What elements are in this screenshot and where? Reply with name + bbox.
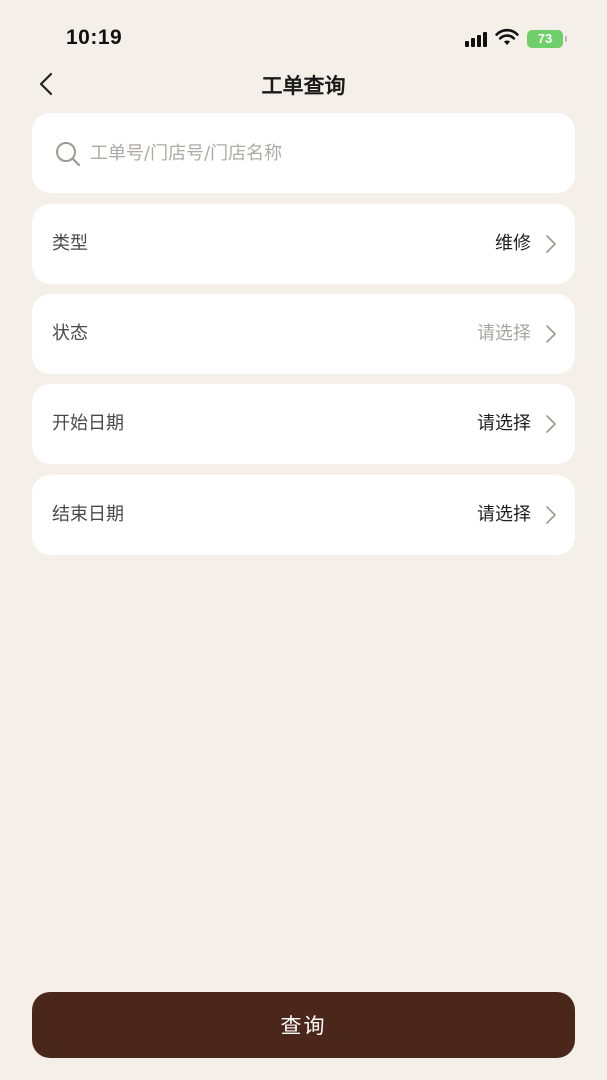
search-input[interactable]	[90, 133, 550, 173]
search-box[interactable]	[32, 113, 575, 193]
filter-row-end-date[interactable]: 结束日期 请选择	[32, 475, 575, 555]
battery-icon: 73	[527, 30, 567, 48]
signal-icon	[465, 31, 487, 47]
filter-row-start-date[interactable]: 开始日期 请选择	[32, 384, 575, 464]
filter-label-end-date: 结束日期	[52, 504, 124, 525]
chevron-right-icon	[546, 506, 556, 524]
filter-value-status: 请选择	[477, 323, 531, 344]
query-button[interactable]: 查询	[32, 992, 575, 1058]
filter-value-start-date: 请选择	[477, 413, 531, 434]
wifi-icon	[495, 28, 519, 50]
filter-label-type: 类型	[52, 233, 88, 254]
battery-level: 73	[537, 31, 553, 46]
status-icons: 73	[465, 28, 567, 50]
chevron-right-icon	[546, 415, 556, 433]
chevron-right-icon	[546, 325, 556, 343]
filter-row-type[interactable]: 类型 维修	[32, 204, 575, 284]
chevron-right-icon	[546, 235, 556, 253]
search-icon	[56, 142, 81, 167]
status-time: 10:19	[66, 26, 123, 49]
filter-value-type: 维修	[495, 233, 531, 254]
filter-value-end-date: 请选择	[477, 504, 531, 525]
filter-label-status: 状态	[52, 323, 88, 344]
filter-label-start-date: 开始日期	[52, 413, 124, 434]
nav-bar: 工单查询	[0, 60, 607, 108]
page-title: 工单查询	[261, 74, 346, 98]
filter-row-status[interactable]: 状态 请选择	[32, 294, 575, 374]
